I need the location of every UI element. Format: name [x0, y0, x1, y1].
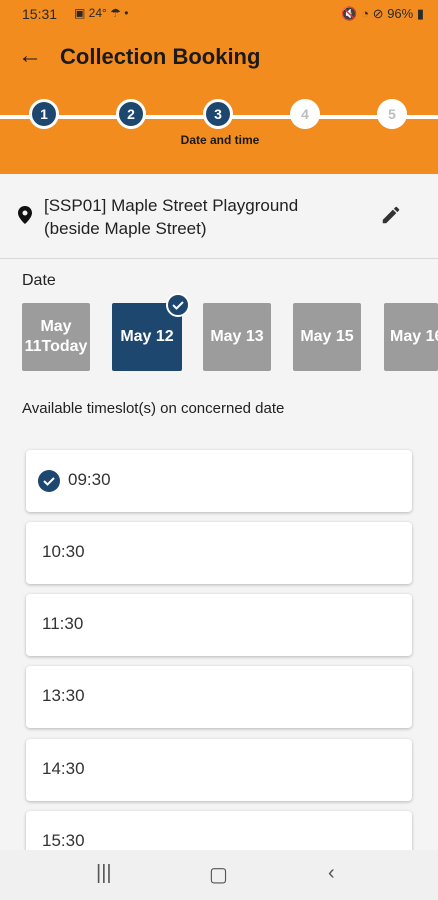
date-section-label: Date [22, 272, 56, 289]
timeslot-label: 15:30 [42, 831, 85, 850]
date-card-may-15[interactable]: May 15 [293, 303, 361, 371]
status-left-icons: ▣ 24° ☂ • [74, 6, 129, 20]
timeslot-label: 13:30 [42, 686, 85, 705]
timeslot-1430[interactable]: 14:30 [26, 739, 412, 801]
location-row: [SSP01] Maple Street Playground (beside … [0, 176, 438, 259]
home-icon[interactable]: ▢ [209, 862, 228, 887]
step-5: 5 [377, 99, 407, 129]
edit-pencil-icon[interactable] [380, 204, 402, 226]
status-right-icons: 🔇 ◔ ⊘ 96% ▮ [341, 6, 424, 21]
recents-icon[interactable]: ||| [96, 862, 112, 885]
date-card-may-13[interactable]: May 13 [203, 303, 271, 371]
page-title: Collection Booking [60, 44, 261, 69]
timeslot-label: 09:30 [68, 470, 111, 489]
timeslot-section-label: Available timeslot(s) on concerned date [22, 400, 285, 417]
step-3: 3 [203, 99, 233, 129]
timeslot-label: 11:30 [42, 614, 84, 633]
selected-check-icon [166, 293, 190, 317]
step-3-label: Date and time [180, 133, 260, 147]
timeslot-1330[interactable]: 13:30 [26, 666, 412, 728]
timeslot-label: 14:30 [42, 759, 85, 778]
battery-text: 96% [387, 6, 414, 21]
step-4: 4 [290, 99, 320, 129]
step-1: 1 [29, 99, 59, 129]
timeslot-1130[interactable]: 11:30 [26, 594, 412, 656]
step-2: 2 [116, 99, 146, 129]
status-temp: 24° [88, 6, 107, 20]
date-card-may-11[interactable]: May 11Today [22, 303, 90, 371]
system-nav-bar: ||| ▢ ‹ [0, 850, 438, 900]
timeslot-0930[interactable]: 09:30 [26, 450, 412, 512]
date-card-may-16[interactable]: May 16 [384, 303, 438, 371]
back-nav-icon[interactable]: ‹ [328, 862, 335, 885]
status-bar: 15:31 ▣ 24° ☂ • 🔇 ◔ ⊘ 96% ▮ [0, 0, 438, 28]
back-arrow-icon[interactable]: ← [18, 42, 42, 70]
location-pin-icon [18, 206, 32, 224]
status-time: 15:31 [22, 6, 58, 22]
check-circle-icon [38, 470, 60, 492]
app-header: ← Collection Booking 1 2 3 4 5 Date and … [0, 28, 438, 174]
location-text: [SSP01] Maple Street Playground (beside … [44, 196, 299, 238]
timeslot-label: 10:30 [42, 542, 85, 561]
timeslot-1030[interactable]: 10:30 [26, 522, 412, 584]
